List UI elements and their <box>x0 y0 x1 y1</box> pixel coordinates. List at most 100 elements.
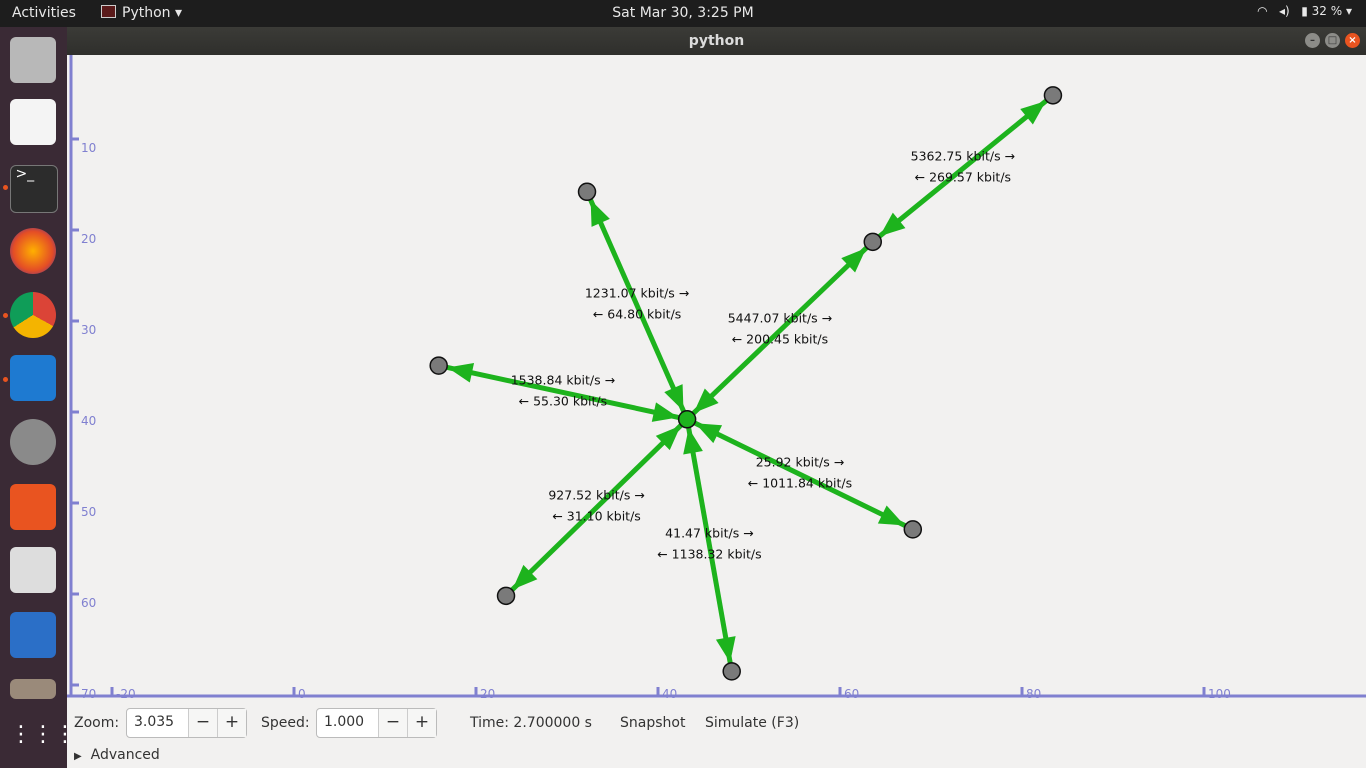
link-backward-rate: ← 200.45 kbit/s <box>732 332 828 347</box>
running-indicator <box>3 377 8 382</box>
link-backward-rate: ← 269.57 kbit/s <box>915 170 1011 185</box>
zoom-value[interactable]: 3.035 <box>134 714 174 730</box>
app-menu-label: Python <box>122 5 171 21</box>
network-link[interactable] <box>686 417 914 532</box>
link-arrowhead <box>683 428 703 455</box>
battery-icon: ▮ <box>1301 4 1308 18</box>
y-tick-label: 50 <box>81 505 96 519</box>
y-tick-label: 60 <box>81 596 96 610</box>
link-line <box>871 93 1055 244</box>
network-node[interactable] <box>863 232 883 252</box>
running-indicator <box>3 185 8 190</box>
link-forward-rate: 5362.75 kbit/s → <box>911 149 1015 164</box>
link-arrowhead <box>877 505 905 526</box>
network-link[interactable] <box>683 418 736 672</box>
snapshot-button[interactable]: Snapshot <box>620 715 685 731</box>
chevron-down-icon: ▾ <box>174 5 183 21</box>
chrome-icon[interactable] <box>10 292 56 338</box>
advanced-label: Advanced <box>90 747 160 763</box>
network-link[interactable] <box>685 240 875 422</box>
terminal-icon[interactable]: >_ <box>10 165 58 213</box>
python-app-icon <box>101 5 116 18</box>
link-forward-rate: 5447.07 kbit/s → <box>728 311 832 326</box>
link-line <box>686 417 914 532</box>
battery-percent: 32 % <box>1311 4 1343 18</box>
minimize-button[interactable]: – <box>1305 33 1320 48</box>
link-line <box>685 240 875 422</box>
link-arrowhead <box>664 384 684 412</box>
app-grid-icon[interactable]: ⋮⋮⋮ <box>10 713 76 759</box>
settings-tools-icon[interactable] <box>10 419 56 465</box>
link-backward-rate: ← 55.30 kbit/s <box>519 393 607 408</box>
y-tick-label: 30 <box>81 323 96 337</box>
wifi-icon: ◠ <box>1257 4 1268 18</box>
zoom-label: Zoom: <box>74 715 120 731</box>
network-node[interactable] <box>722 662 741 681</box>
app-menu[interactable]: Python ▾ <box>101 5 182 21</box>
network-graph[interactable]: 10 20 30 40 50 60 70 -20 0 20 40 60 80 100 1231.07 kb… <box>67 55 1366 698</box>
link-forward-rate: 25.92 kbit/s → <box>756 454 844 469</box>
vscode-icon[interactable] <box>10 355 56 401</box>
y-tick-label: 20 <box>81 232 96 246</box>
speed-increase-button[interactable]: + <box>407 709 436 737</box>
window-title: python <box>688 33 745 49</box>
x-tick-label: 40 <box>662 687 677 698</box>
volume-icon: ◂) <box>1279 4 1290 18</box>
network-link[interactable] <box>504 417 689 598</box>
maximize-button[interactable]: □ <box>1325 33 1340 48</box>
speed-decrease-button[interactable]: − <box>378 709 407 737</box>
advanced-expander[interactable]: ▶ Advanced <box>74 747 160 763</box>
close-button[interactable]: × <box>1345 33 1360 48</box>
office-icon[interactable] <box>10 547 56 593</box>
chevron-down-icon: ▾ <box>1345 4 1352 18</box>
simulate-button[interactable]: Simulate (F3) <box>705 715 799 731</box>
link-arrowhead <box>695 423 723 444</box>
x-tick-label: 20 <box>480 687 495 698</box>
link-arrowhead <box>590 200 610 227</box>
speed-stepper[interactable]: 1.000 − + <box>316 708 437 738</box>
system-tray[interactable]: ◠ ◂) ▮ 32 % ▾ <box>1257 4 1352 18</box>
zoom-stepper[interactable]: 3.035 − + <box>126 708 247 738</box>
network-node[interactable] <box>677 410 697 429</box>
files-icon[interactable] <box>10 37 56 83</box>
dock: >_ ⋮⋮⋮ <box>0 27 76 768</box>
network-node[interactable] <box>496 586 516 606</box>
link-backward-rate: ← 1011.84 kbit/s <box>748 475 852 490</box>
running-indicator <box>3 313 8 318</box>
zoom-decrease-button[interactable]: − <box>188 709 217 737</box>
y-tick-label: 70 <box>81 687 96 698</box>
network-link[interactable] <box>871 93 1055 244</box>
window-titlebar[interactable]: python – □ × <box>67 27 1366 55</box>
link-forward-rate: 1231.07 kbit/s → <box>585 286 689 301</box>
folder-icon[interactable] <box>10 679 56 699</box>
network-node[interactable] <box>577 182 597 202</box>
firefox-icon[interactable] <box>10 228 56 274</box>
triangle-right-icon: ▶ <box>74 751 82 762</box>
control-bar: Zoom: 3.035 − + Speed: 1.000 − + Time: 2… <box>67 698 1366 768</box>
link-forward-rate: 1538.84 kbit/s → <box>511 372 615 387</box>
speed-value[interactable]: 1.000 <box>324 714 364 730</box>
y-tick-label: 40 <box>81 414 96 428</box>
clock[interactable]: Sat Mar 30, 3:25 PM <box>0 5 1366 21</box>
network-node[interactable] <box>1043 86 1063 105</box>
top-bar: Activities Python ▾ Sat Mar 30, 3:25 PM … <box>0 0 1366 27</box>
x-tick-label: 100 <box>1208 687 1231 698</box>
x-tick-label: 80 <box>1026 687 1041 698</box>
x-tick-label: -20 <box>116 687 136 698</box>
speed-label: Speed: <box>261 715 310 731</box>
simulation-canvas[interactable]: 10 20 30 40 50 60 70 -20 0 20 40 60 80 100 1231.07 kb… <box>67 55 1366 698</box>
x-tick-label: 0 <box>298 687 306 698</box>
activities-button[interactable]: Activities <box>12 5 76 21</box>
text-editor-icon[interactable] <box>10 99 56 145</box>
network-node[interactable] <box>429 356 448 375</box>
link-backward-rate: ← 31.10 kbit/s <box>552 509 640 524</box>
software-center-icon[interactable] <box>10 484 56 530</box>
link-arrowhead <box>715 636 736 663</box>
link-forward-rate: 41.47 kbit/s → <box>665 525 753 540</box>
tasks-icon[interactable] <box>10 612 56 658</box>
link-line <box>504 417 689 598</box>
x-tick-label: 60 <box>844 687 859 698</box>
zoom-increase-button[interactable]: + <box>217 709 246 737</box>
network-node[interactable] <box>903 520 923 539</box>
link-line <box>684 418 735 672</box>
